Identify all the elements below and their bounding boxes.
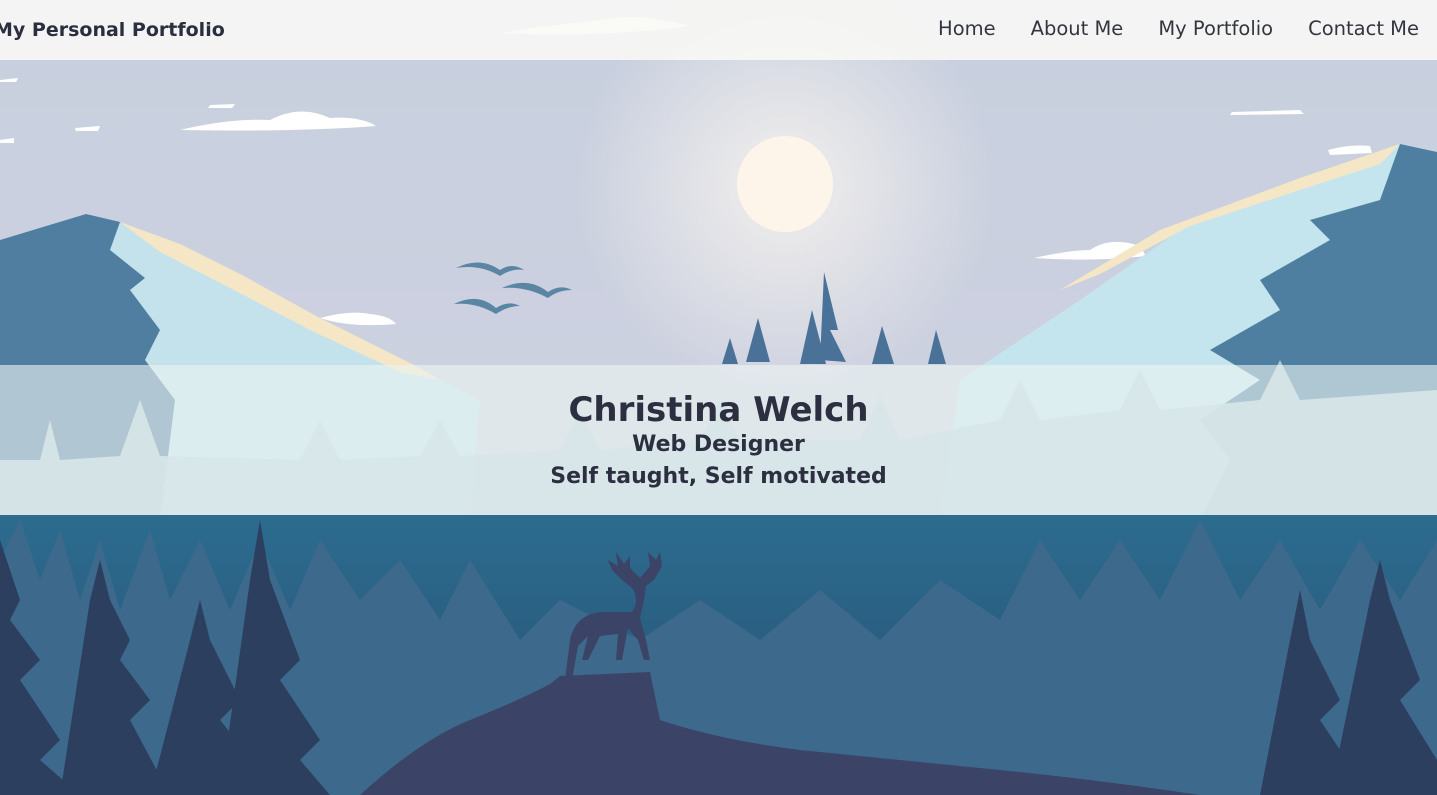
hero-intro-band: Christina Welch Web Designer Self taught… <box>0 365 1437 515</box>
top-navbar: My Personal Portfolio Home About Me My P… <box>0 0 1437 60</box>
nav-link-my-portfolio[interactable]: My Portfolio <box>1158 17 1273 40</box>
nav-link-home[interactable]: Home <box>938 17 996 40</box>
nav-link-contact-me[interactable]: Contact Me <box>1308 17 1419 40</box>
hero-name: Christina Welch <box>568 390 869 430</box>
nav-links: Home About Me My Portfolio Contact Me <box>938 17 1419 40</box>
site-brand[interactable]: My Personal Portfolio <box>0 19 225 41</box>
hero-tagline: Self taught, Self motivated <box>550 464 887 489</box>
sun <box>737 136 833 232</box>
nav-link-about-me[interactable]: About Me <box>1031 17 1124 40</box>
hero-role: Web Designer <box>632 432 805 457</box>
